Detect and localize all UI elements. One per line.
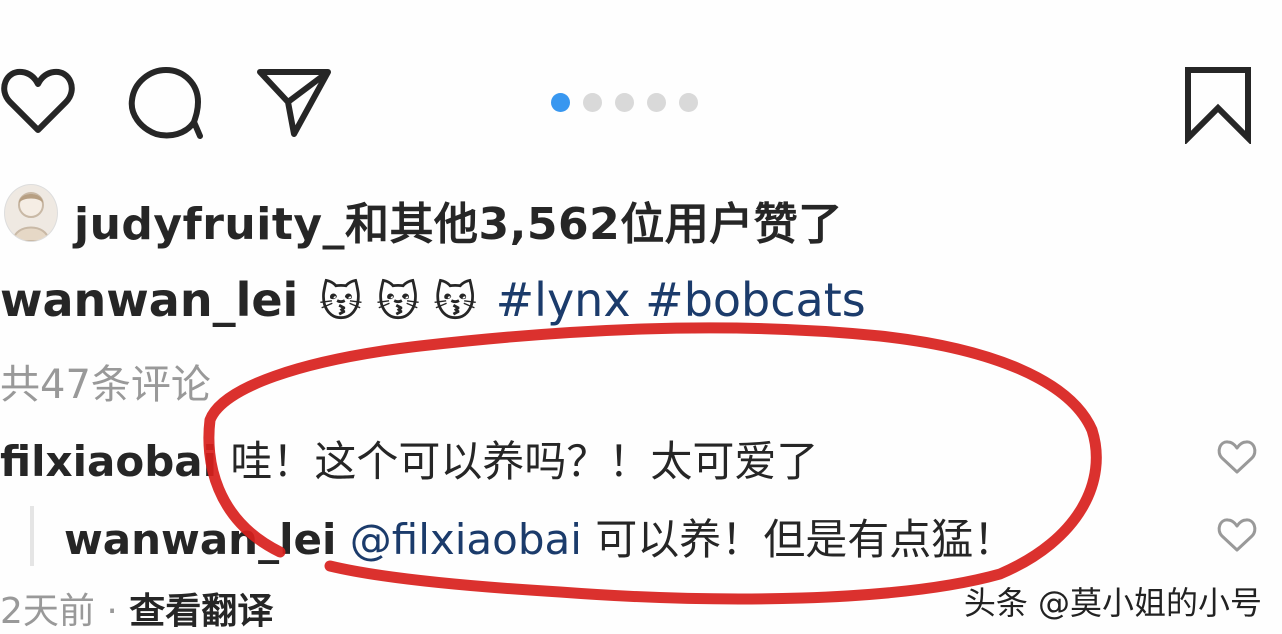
- reply-mention[interactable]: @filxiaobai: [350, 515, 582, 564]
- share-send-icon[interactable]: [254, 64, 334, 138]
- carousel-dot: [679, 93, 698, 112]
- caption-hashtags[interactable]: #lynx #bobcats: [496, 273, 866, 327]
- carousel-dot-active: [551, 93, 570, 112]
- carousel-indicator: [551, 93, 698, 112]
- reply-text: 可以养！但是有点猛！: [595, 515, 1016, 564]
- avatar-image: [11, 192, 51, 241]
- meta-separator: ·: [106, 591, 118, 632]
- reply-username[interactable]: wanwan_lei: [64, 515, 336, 564]
- comment-text: 哇！这个可以养吗？！太可爱了: [230, 437, 819, 486]
- comment-item: filxiaobai 哇！这个可以养吗？！太可爱了: [0, 428, 818, 489]
- carousel-dot: [583, 93, 602, 112]
- likes-summary[interactable]: judyfruity_和其他3,562位用户赞了: [74, 188, 843, 252]
- bookmark-icon[interactable]: [1182, 64, 1254, 144]
- kissing-cat-emoji: 😽 😽 😽: [318, 277, 477, 326]
- carousel-dot: [615, 93, 634, 112]
- post-time: 2天前: [0, 591, 95, 632]
- comment-like-heart-icon[interactable]: [1216, 438, 1258, 476]
- reply-like-heart-icon[interactable]: [1216, 516, 1258, 554]
- comment-icon[interactable]: [126, 64, 206, 142]
- watermark: 头条 @莫小姐的小号: [963, 584, 1262, 622]
- reply-indent-bar: [30, 506, 34, 566]
- post-caption: wanwan_lei 😽 😽 😽 #lynx #bobcats: [0, 272, 866, 330]
- caption-username[interactable]: wanwan_lei: [0, 273, 298, 327]
- carousel-dot: [647, 93, 666, 112]
- comment-username[interactable]: filxiaobai: [0, 437, 217, 486]
- post-meta: 2天前 · 查看翻译: [0, 582, 273, 634]
- avatar[interactable]: [4, 184, 58, 242]
- reply-item: wanwan_lei @filxiaobai 可以养！但是有点猛！: [64, 506, 1015, 567]
- like-heart-icon[interactable]: [0, 64, 76, 138]
- view-all-comments-link[interactable]: 共47条评论: [0, 352, 211, 410]
- see-translation-link[interactable]: 查看翻译: [129, 591, 273, 632]
